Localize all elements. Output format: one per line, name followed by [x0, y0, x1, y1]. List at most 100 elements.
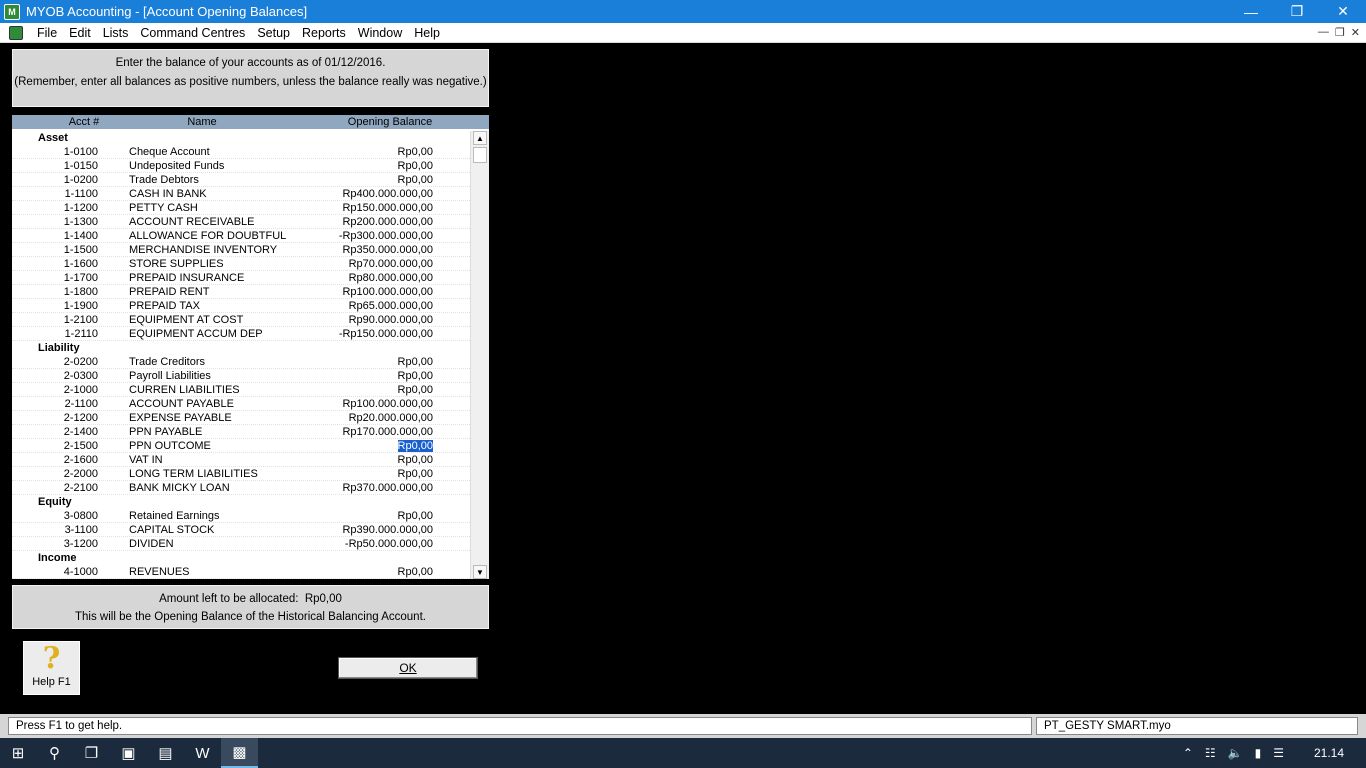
section-header[interactable]: Asset: [12, 131, 470, 145]
opening-balance-field[interactable]: Rp170.000.000,00: [312, 425, 433, 438]
windows-start-icon[interactable]: ⊞: [0, 738, 36, 768]
help-button[interactable]: ? Help F1: [23, 641, 80, 695]
opening-balance-field[interactable]: Rp0,00: [312, 439, 433, 452]
opening-balance-field[interactable]: Rp80.000.000,00: [312, 271, 433, 284]
opening-balance-field[interactable]: Rp65.000.000,00: [312, 299, 433, 312]
account-row[interactable]: 1-1600 STORE SUPPLIES Rp70.000.000,00: [12, 257, 470, 271]
account-name: Cheque Account: [129, 146, 210, 158]
account-row[interactable]: 2-1000 CURREN LIABILITIES Rp0,00: [12, 383, 470, 397]
minimize-button[interactable]: —: [1228, 0, 1274, 23]
opening-balance-field[interactable]: Rp390.000.000,00: [312, 523, 433, 536]
account-row[interactable]: 3-0800 Retained Earnings Rp0,00: [12, 509, 470, 523]
header-name[interactable]: Name: [122, 115, 282, 129]
account-row[interactable]: 1-1500 MERCHANDISE INVENTORY Rp350.000.000…: [12, 243, 470, 257]
account-row[interactable]: 1-1300 ACCOUNT RECEIVABLE Rp200.000.000,00: [12, 215, 470, 229]
account-row[interactable]: 1-1400 ALLOWANCE FOR DOUBTFUL -Rp300.000.0…: [12, 229, 470, 243]
document-icon[interactable]: [9, 25, 23, 40]
notifications-icon[interactable]: ☰: [1273, 746, 1284, 760]
account-row[interactable]: 2-0200 Trade Creditors Rp0,00: [12, 355, 470, 369]
menu-command-centres[interactable]: Command Centres: [134, 23, 251, 43]
section-header[interactable]: Income: [12, 551, 470, 565]
opening-balance-field[interactable]: Rp0,00: [312, 159, 433, 172]
section-header[interactable]: Liability: [12, 341, 470, 355]
clock[interactable]: 21.14: [1296, 746, 1366, 760]
network-icon[interactable]: ☷: [1205, 746, 1216, 760]
file-explorer-icon[interactable]: ▤: [147, 738, 184, 768]
opening-balance-field[interactable]: Rp90.000.000,00: [312, 313, 433, 326]
menu-lists[interactable]: Lists: [97, 23, 135, 43]
opening-balance-field[interactable]: Rp0,00: [312, 173, 433, 186]
opening-balance-field[interactable]: Rp20.000.000,00: [312, 411, 433, 424]
store-icon[interactable]: ▣: [110, 738, 147, 768]
opening-balance-field[interactable]: Rp0,00: [312, 145, 433, 158]
account-row[interactable]: 2-2100 BANK MICKY LOAN Rp370.000.000,00: [12, 481, 470, 495]
scroll-down-arrow-icon[interactable]: ▼: [473, 565, 487, 579]
volume-icon[interactable]: 🔈: [1228, 746, 1243, 760]
account-row[interactable]: 2-0300 Payroll Liabilities Rp0,00: [12, 369, 470, 383]
account-name: PREPAID TAX: [129, 300, 200, 312]
battery-icon[interactable]: ▮: [1255, 746, 1262, 760]
account-row[interactable]: 1-2100 EQUIPMENT AT COST Rp90.000.000,00: [12, 313, 470, 327]
word-icon[interactable]: W: [184, 738, 221, 768]
account-row[interactable]: 3-1100 CAPITAL STOCK Rp390.000.000,00: [12, 523, 470, 537]
account-row[interactable]: 1-1100 CASH IN BANK Rp400.000.000,00: [12, 187, 470, 201]
menu-window[interactable]: Window: [352, 23, 408, 43]
account-row[interactable]: 1-0100 Cheque Account Rp0,00: [12, 145, 470, 159]
opening-balance-field[interactable]: Rp100.000.000,00: [312, 397, 433, 410]
opening-balance-field[interactable]: Rp0,00: [312, 369, 433, 382]
account-row[interactable]: 1-0200 Trade Debtors Rp0,00: [12, 173, 470, 187]
scroll-thumb[interactable]: [473, 147, 487, 163]
header-opening-balance[interactable]: Opening Balance: [282, 115, 462, 129]
menu-edit[interactable]: Edit: [63, 23, 97, 43]
scroll-up-arrow-icon[interactable]: ▲: [473, 131, 487, 145]
menu-file[interactable]: File: [31, 23, 63, 43]
account-row[interactable]: 2-1400 PPN PAYABLE Rp170.000.000,00: [12, 425, 470, 439]
menu-setup[interactable]: Setup: [251, 23, 296, 43]
account-row[interactable]: 1-2110 EQUIPMENT ACCUM DEP -Rp150.000.000,…: [12, 327, 470, 341]
opening-balance-field[interactable]: Rp0,00: [312, 453, 433, 466]
account-row[interactable]: 2-1600 VAT IN Rp0,00: [12, 453, 470, 467]
account-row[interactable]: 2-1500 PPN OUTCOME Rp0,00: [12, 439, 470, 453]
section-header[interactable]: Equity: [12, 495, 470, 509]
vertical-scrollbar[interactable]: ▲ ▼: [470, 131, 489, 579]
opening-balance-field[interactable]: Rp400.000.000,00: [312, 187, 433, 200]
search-icon[interactable]: ⚲: [36, 738, 73, 768]
myob-taskbar-icon[interactable]: ▩: [221, 738, 258, 768]
opening-balance-field[interactable]: Rp370.000.000,00: [312, 481, 433, 494]
opening-balance-field[interactable]: Rp200.000.000,00: [312, 215, 433, 228]
opening-balance-field[interactable]: Rp100.000.000,00: [312, 285, 433, 298]
account-row[interactable]: 2-1200 EXPENSE PAYABLE Rp20.000.000,00: [12, 411, 470, 425]
opening-balance-field[interactable]: Rp0,00: [312, 383, 433, 396]
account-row[interactable]: 4-1000 REVENUES Rp0,00: [12, 565, 470, 579]
mdi-minimize-icon[interactable]: —: [1318, 26, 1329, 39]
account-row[interactable]: 1-1900 PREPAID TAX Rp65.000.000,00: [12, 299, 470, 313]
account-row[interactable]: 1-1200 PETTY CASH Rp150.000.000,00: [12, 201, 470, 215]
account-row[interactable]: 2-1100 ACCOUNT PAYABLE Rp100.000.000,00: [12, 397, 470, 411]
opening-balance-field[interactable]: Rp0,00: [312, 565, 433, 578]
account-row[interactable]: 1-1700 PREPAID INSURANCE Rp80.000.000,00: [12, 271, 470, 285]
account-name: PREPAID INSURANCE: [129, 272, 245, 284]
opening-balance-field[interactable]: -Rp50.000.000,00: [312, 537, 433, 550]
account-row[interactable]: 1-1800 PREPAID RENT Rp100.000.000,00: [12, 285, 470, 299]
header-acct[interactable]: Acct #: [12, 115, 122, 129]
task-view-icon[interactable]: ❐: [73, 738, 110, 768]
menu-help[interactable]: Help: [408, 23, 446, 43]
opening-balance-field[interactable]: Rp0,00: [312, 509, 433, 522]
mdi-close-icon[interactable]: ✕: [1351, 26, 1360, 39]
account-row[interactable]: 1-0150 Undeposited Funds Rp0,00: [12, 159, 470, 173]
chevron-up-icon[interactable]: ⌃: [1183, 746, 1193, 760]
opening-balance-field[interactable]: -Rp150.000.000,00: [312, 327, 433, 340]
ok-button[interactable]: OK: [338, 657, 478, 679]
account-row[interactable]: 3-1200 DIVIDEN -Rp50.000.000,00: [12, 537, 470, 551]
opening-balance-field[interactable]: Rp0,00: [312, 467, 433, 480]
opening-balance-field[interactable]: Rp0,00: [312, 355, 433, 368]
opening-balance-field[interactable]: Rp350.000.000,00: [312, 243, 433, 256]
maximize-button[interactable]: ❐: [1274, 0, 1320, 23]
opening-balance-field[interactable]: -Rp300.000.000,00: [312, 229, 433, 242]
close-button[interactable]: ✕: [1320, 0, 1366, 23]
account-row[interactable]: 2-2000 LONG TERM LIABILITIES Rp0,00: [12, 467, 470, 481]
opening-balance-field[interactable]: Rp150.000.000,00: [312, 201, 433, 214]
opening-balance-field[interactable]: Rp70.000.000,00: [312, 257, 433, 270]
mdi-restore-icon[interactable]: ❐: [1335, 26, 1345, 39]
menu-reports[interactable]: Reports: [296, 23, 352, 43]
